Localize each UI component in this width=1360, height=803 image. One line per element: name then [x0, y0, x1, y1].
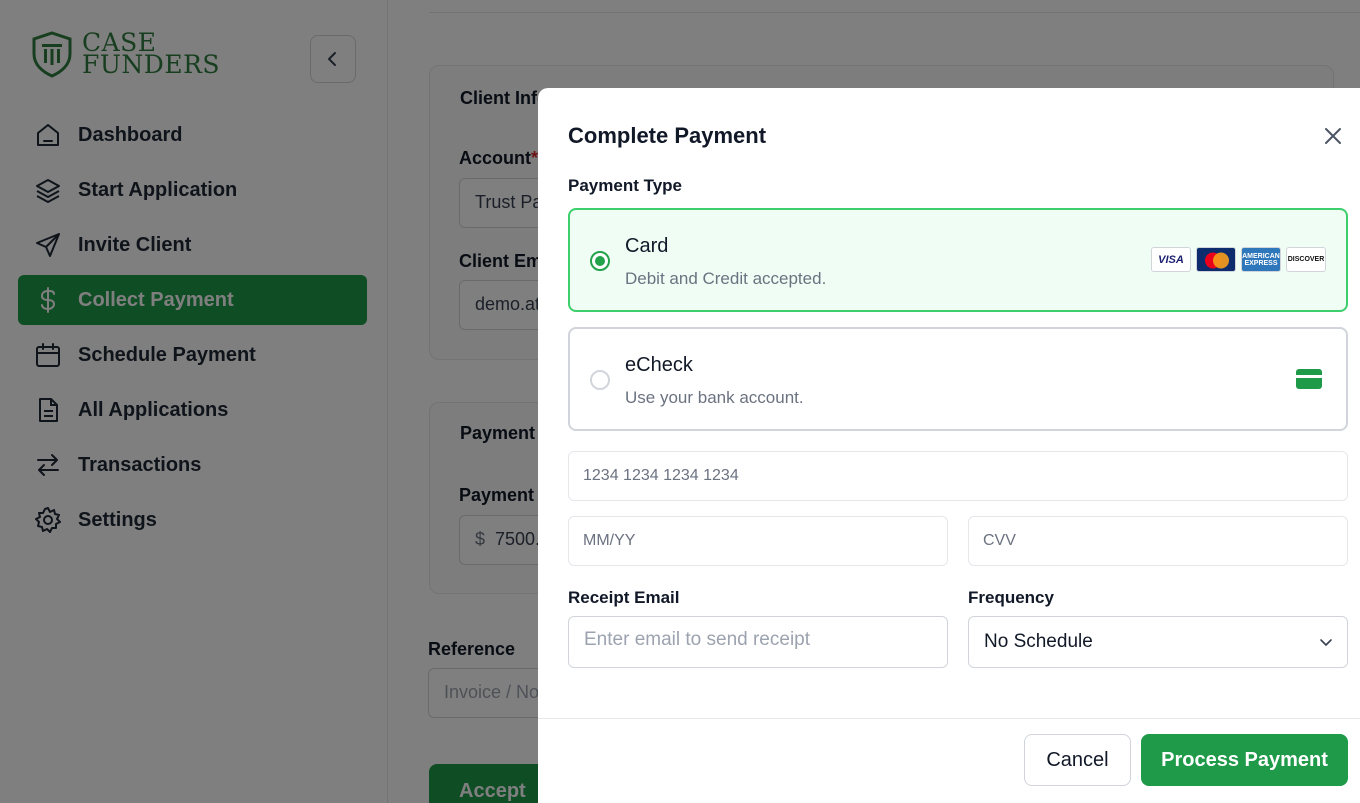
frequency-select[interactable]: No Schedule — [968, 616, 1348, 668]
frequency-label: Frequency — [968, 588, 1054, 607]
process-payment-button[interactable]: Process Payment — [1141, 734, 1348, 786]
mastercard-icon — [1196, 247, 1236, 272]
chevron-down-icon — [1320, 639, 1332, 646]
modal-title: Complete Payment — [568, 123, 767, 148]
receipt-email-label: Receipt Email — [568, 588, 680, 607]
card-brands: VISA AMERICAN EXPRESS DISCOVER — [1151, 247, 1326, 272]
cvv-input[interactable]: CVV — [968, 516, 1348, 566]
payment-option-card[interactable]: Card Debit and Credit accepted. VISA AME… — [568, 208, 1348, 312]
radio-card[interactable] — [590, 251, 610, 271]
frequency-value: No Schedule — [984, 631, 1093, 652]
visa-icon: VISA — [1151, 247, 1191, 272]
bank-card-icon — [1296, 369, 1322, 389]
option-subtitle: Use your bank account. — [625, 388, 804, 407]
option-title: eCheck — [625, 354, 693, 376]
cancel-button[interactable]: Cancel — [1024, 734, 1131, 786]
discover-icon: DISCOVER — [1286, 247, 1326, 272]
close-button[interactable] — [1320, 123, 1346, 149]
modal-footer-divider — [538, 718, 1360, 719]
radio-echeck[interactable] — [590, 370, 610, 390]
option-subtitle: Debit and Credit accepted. — [625, 269, 827, 288]
receipt-email-input[interactable]: Enter email to send receipt — [568, 616, 948, 668]
complete-payment-modal: Complete Payment Payment Type Card Debit… — [538, 88, 1360, 803]
amex-icon: AMERICAN EXPRESS — [1241, 247, 1281, 272]
card-number-input[interactable]: 1234 1234 1234 1234 — [568, 451, 1348, 501]
payment-type-label: Payment Type — [568, 176, 683, 195]
option-title: Card — [625, 235, 669, 257]
close-icon — [1325, 128, 1341, 144]
payment-option-echeck[interactable]: eCheck Use your bank account. — [568, 327, 1348, 431]
expiry-input[interactable]: MM/YY — [568, 516, 948, 566]
